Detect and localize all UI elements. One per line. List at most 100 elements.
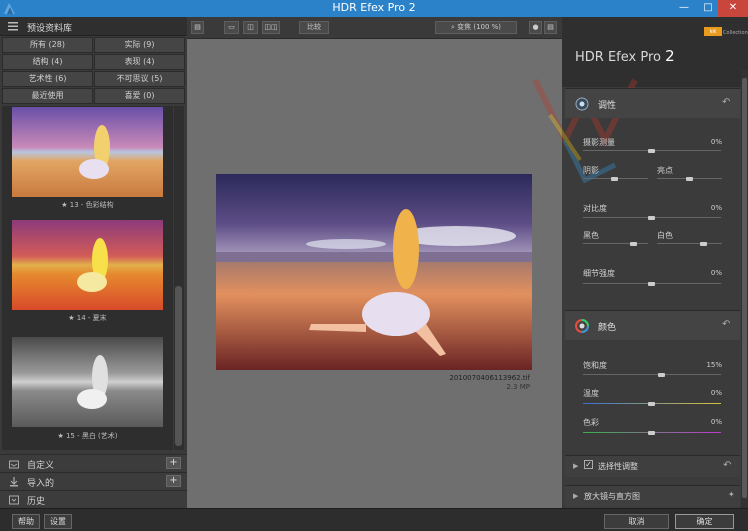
collection-label: Collection — [723, 30, 748, 36]
selective-checkbox[interactable]: ✓ — [584, 460, 593, 469]
tone-label: 调性 — [598, 101, 617, 111]
background-light-icon[interactable]: ● — [529, 21, 542, 34]
cancel-button[interactable]: 取消 — [604, 514, 669, 529]
preset-caption: ★ 14 - 夏末 — [68, 314, 107, 322]
category-recent[interactable]: 最近使用 — [2, 88, 93, 104]
single-view-icon[interactable]: ▭ — [224, 21, 239, 34]
tint-label: 色彩 — [583, 418, 599, 427]
category-expression[interactable]: 表现 (4) — [94, 54, 185, 70]
shadows-handle[interactable] — [611, 177, 618, 181]
tone-icon — [575, 97, 589, 111]
section-imported-label: 导入的 — [27, 479, 55, 489]
title-bar: HDR Efex Pro 2 — □ ✕ — [0, 0, 748, 17]
split-view-icon[interactable]: ◫ — [243, 21, 258, 34]
minimize-button[interactable]: — — [672, 0, 696, 17]
color-reset-icon[interactable]: ↶ — [722, 319, 730, 330]
preview-image — [216, 174, 532, 370]
compare-button[interactable]: 比较 — [299, 21, 329, 34]
panel-scroll-thumb[interactable] — [742, 78, 747, 498]
preset-thumbnail[interactable] — [12, 337, 163, 427]
tint-value: 0% — [710, 418, 722, 426]
close-button[interactable]: ✕ — [718, 0, 748, 17]
expand-arrow-icon[interactable]: ▶ — [573, 492, 578, 500]
library-header: 预设资料库 — [0, 17, 187, 36]
section-imported[interactable]: 导入的 + — [0, 472, 187, 489]
preset-caption: ★ 15 - 黑白 (艺术) — [57, 432, 118, 440]
toggle-library-button[interactable]: ▤ — [191, 21, 204, 34]
bottom-bar: 帮助 设置 取消 确定 — [0, 508, 748, 531]
add-imported-button[interactable]: + — [166, 475, 181, 487]
panel-title-text: HDR Efex Pro — [575, 50, 661, 65]
maximize-button[interactable]: □ — [696, 0, 720, 17]
category-favorites[interactable]: 喜爱 (0) — [94, 88, 185, 104]
whites-slider[interactable] — [657, 243, 722, 244]
preset-thumbnail-list: ★ 13 - 色彩结构 ★ 14 - 夏末 ★ 15 - 黑白 (艺术) — [2, 106, 173, 450]
selective-adjustments-row[interactable]: ▶ ✓ 选择性调整 ↶ — [565, 455, 740, 477]
highlights-handle[interactable] — [686, 177, 693, 181]
contrast-handle[interactable] — [648, 216, 655, 220]
custom-icon — [9, 460, 19, 469]
library-title: 预设资料库 — [27, 24, 73, 34]
window-title: HDR Efex Pro 2 — [332, 1, 416, 14]
section-custom[interactable]: 自定义 + — [0, 454, 187, 471]
saturation-label: 饱和度 — [583, 361, 607, 370]
zoom-button[interactable]: ⌕ 变焦 (100 %) — [435, 21, 517, 34]
settings-button[interactable]: 设置 — [44, 514, 72, 529]
saturation-handle[interactable] — [658, 373, 665, 377]
category-structure[interactable]: 结构 (4) — [2, 54, 93, 70]
whites-label: 白色 — [657, 231, 673, 240]
detail-label: 细节强度 — [583, 269, 615, 278]
side-by-side-icon[interactable]: ◫◫ — [262, 21, 280, 34]
menu-icon[interactable] — [8, 22, 18, 31]
expand-arrow-icon[interactable]: ▶ — [573, 462, 578, 470]
file-size: 2.3 MP — [506, 383, 530, 391]
blacks-slider[interactable] — [583, 243, 648, 244]
temperature-value: 0% — [710, 389, 722, 397]
nik-logo: NIK — [704, 27, 722, 36]
import-icon — [10, 477, 18, 487]
preset-thumbnail[interactable] — [12, 220, 163, 310]
exposure-label: 摄影测量 — [583, 138, 615, 147]
section-custom-label: 自定义 — [27, 461, 55, 471]
section-history-label: 历史 — [27, 497, 46, 507]
ok-button[interactable]: 确定 — [675, 514, 734, 529]
contrast-label: 对比度 — [583, 204, 607, 213]
tone-section-header[interactable]: 调性 ↶ — [565, 88, 740, 118]
highlights-label: 亮点 — [657, 166, 673, 175]
section-history[interactable]: 历史 — [0, 490, 187, 507]
tint-handle[interactable] — [648, 431, 655, 435]
exposure-handle[interactable] — [648, 149, 655, 153]
whites-handle[interactable] — [700, 242, 707, 246]
temperature-label: 温度 — [583, 389, 599, 398]
loupe-histogram-row[interactable]: ▶ 放大镜与直方图 ✦ — [565, 485, 740, 507]
temperature-handle[interactable] — [648, 402, 655, 406]
contrast-value: 0% — [710, 204, 722, 212]
selective-reset-icon[interactable]: ↶ — [723, 460, 731, 471]
toggle-panel-button[interactable]: ▤ — [544, 21, 557, 34]
pin-icon[interactable]: ✦ — [728, 490, 735, 499]
library-scrollbar[interactable] — [174, 106, 184, 450]
preset-caption: ★ 13 - 色彩结构 — [61, 201, 114, 209]
color-label: 颜色 — [598, 323, 617, 333]
category-surreal[interactable]: 不可思议 (5) — [94, 71, 185, 87]
saturation-slider[interactable] — [583, 374, 721, 375]
preset-library-panel: 预设资料库 所有 (28) 实际 (9) 结构 (4) 表现 (4) 艺术性 (… — [0, 17, 187, 508]
library-scroll-thumb[interactable] — [175, 286, 182, 446]
filename: 20100704061139​62.tif — [449, 374, 530, 382]
add-custom-button[interactable]: + — [166, 457, 181, 469]
blacks-label: 黑色 — [583, 231, 599, 240]
tone-reset-icon[interactable]: ↶ — [722, 97, 730, 108]
blacks-handle[interactable] — [630, 242, 637, 246]
category-realistic[interactable]: 实际 (9) — [94, 37, 185, 53]
help-button[interactable]: 帮助 — [12, 514, 40, 529]
preset-thumbnail[interactable] — [12, 107, 163, 197]
saturation-value: 15% — [706, 361, 722, 369]
detail-handle[interactable] — [648, 282, 655, 286]
color-wheel-icon — [575, 319, 589, 333]
exposure-value: 0% — [710, 138, 722, 146]
panel-scrollbar[interactable] — [741, 70, 748, 508]
view-toolbar: ▤ ▭ ◫ ◫◫ 比较 ⌕ 变焦 (100 %) ● ▤ — [187, 17, 562, 39]
color-section-header[interactable]: 颜色 ↶ — [565, 310, 740, 340]
category-all[interactable]: 所有 (28) — [2, 37, 93, 53]
category-artistic[interactable]: 艺术性 (6) — [2, 71, 93, 87]
